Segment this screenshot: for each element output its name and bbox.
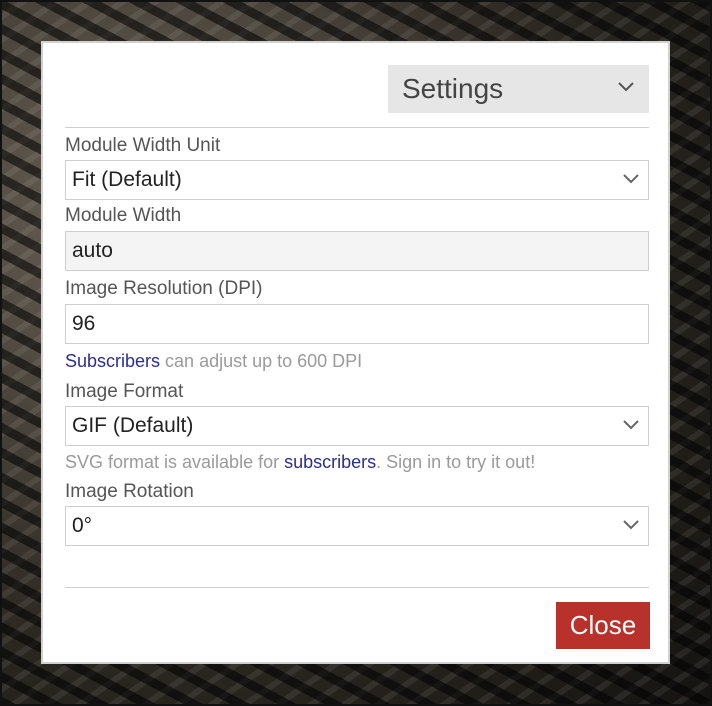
format-hint: SVG format is available for subscribers.… [65, 451, 535, 473]
resolution-hint-text: can adjust up to 600 DPI [160, 351, 363, 371]
subscribers-link[interactable]: Subscribers [65, 351, 160, 371]
close-button[interactable]: Close [556, 602, 650, 649]
settings-dialog: Settings Module Width Unit Fit (Default)… [41, 41, 670, 664]
chevron-down-icon [623, 520, 639, 530]
image-resolution-input[interactable]: 96 [65, 304, 649, 344]
chevron-down-icon [618, 82, 634, 92]
format-hint-before: SVG format is available for [65, 452, 285, 472]
image-format-select[interactable]: GIF (Default) [65, 406, 649, 446]
format-hint-after: . Sign in to try it out! [376, 452, 536, 472]
image-resolution-label: Image Resolution (DPI) [65, 278, 263, 299]
settings-dropdown[interactable]: Settings [388, 65, 649, 113]
module-width-label: Module Width [65, 205, 182, 226]
resolution-hint: Subscribers can adjust up to 600 DPI [65, 350, 362, 372]
image-format-value: GIF (Default) [72, 414, 194, 437]
module-width-field[interactable]: auto [65, 231, 649, 271]
module-width-unit-label: Module Width Unit [65, 135, 221, 156]
module-width-unit-select[interactable]: Fit (Default) [65, 160, 649, 200]
chevron-down-icon [623, 420, 639, 430]
settings-dropdown-label: Settings [402, 73, 504, 104]
image-rotation-value: 0° [72, 514, 93, 537]
image-rotation-select[interactable]: 0° [65, 506, 649, 546]
footer-divider [65, 587, 649, 588]
chevron-down-icon [623, 174, 639, 184]
subscribers-link[interactable]: subscribers [284, 452, 376, 472]
image-rotation-label: Image Rotation [65, 481, 194, 502]
header-divider [65, 127, 649, 128]
image-resolution-value: 96 [72, 312, 96, 335]
module-width-value: auto [72, 239, 113, 262]
image-format-label: Image Format [65, 381, 184, 402]
module-width-unit-value: Fit (Default) [72, 168, 182, 191]
